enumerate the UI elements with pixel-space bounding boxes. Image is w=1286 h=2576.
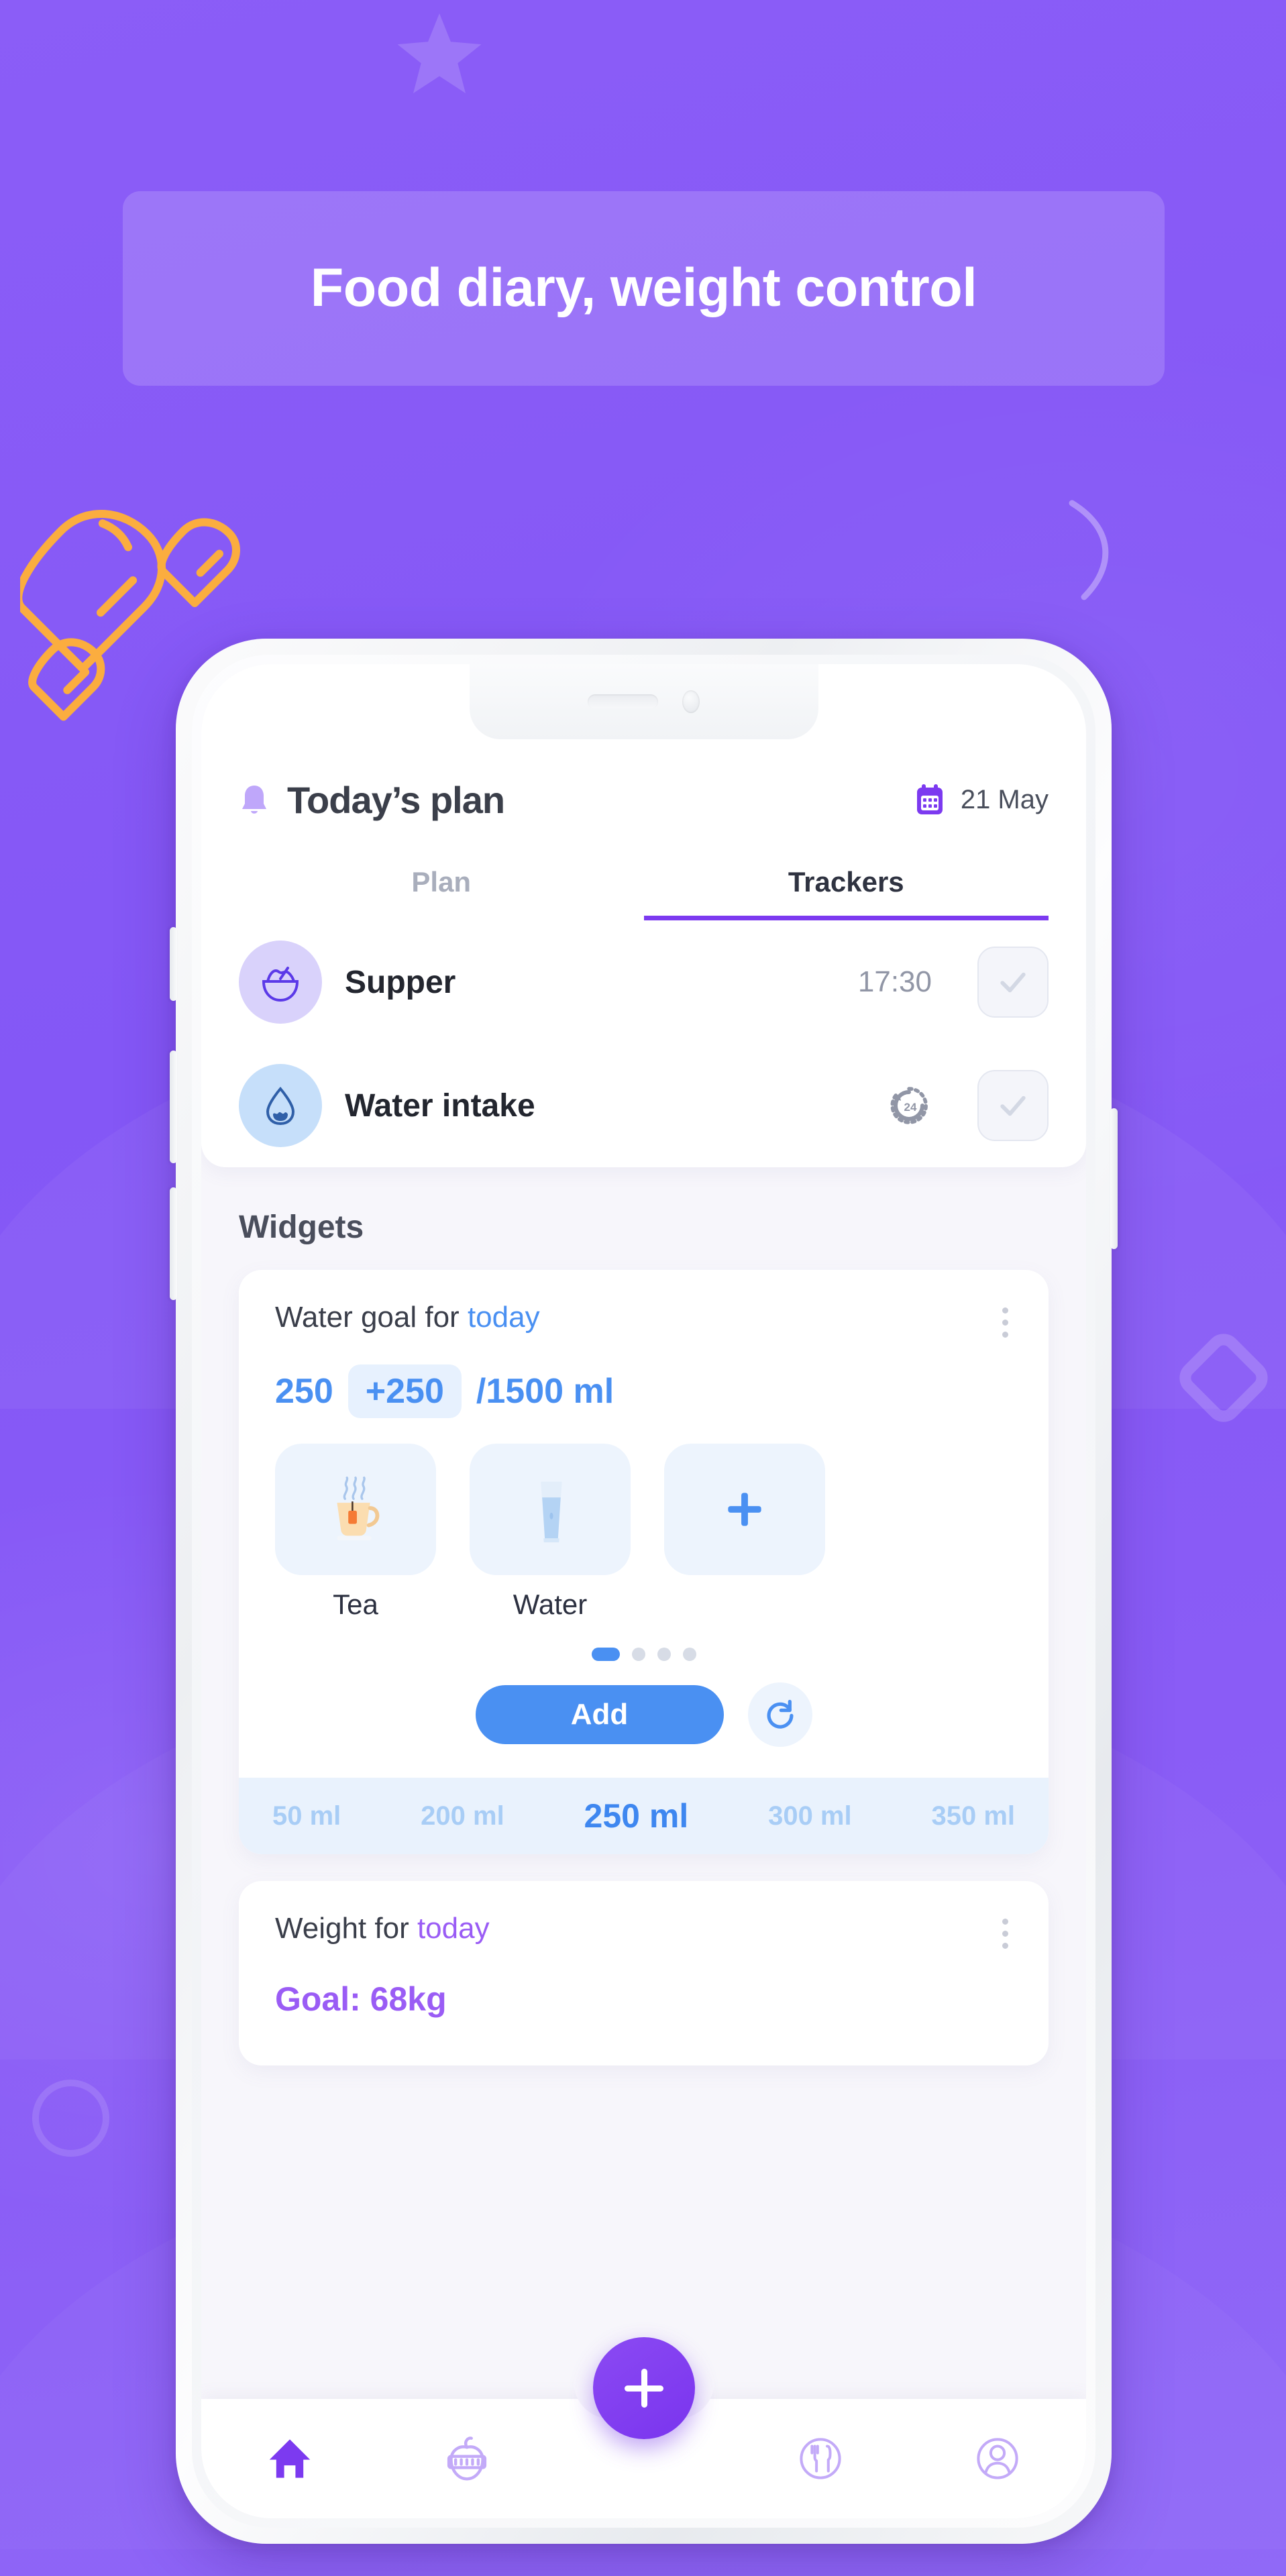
tracker-check-button[interactable] <box>977 947 1049 1018</box>
tab-plan[interactable]: Plan <box>239 866 644 920</box>
carousel-dot[interactable] <box>657 1648 671 1661</box>
amount-option[interactable]: 350 ml <box>931 1801 1015 1831</box>
weight-widget-title-prefix: Weight for <box>275 1912 417 1945</box>
phone-volume-up-button <box>170 1051 177 1163</box>
phone-notch <box>469 664 818 739</box>
drink-label: Water <box>513 1589 588 1620</box>
carousel-dot[interactable] <box>631 1648 645 1661</box>
nav-item-measurements[interactable] <box>378 2434 555 2483</box>
water-amount-picker[interactable]: 50 ml 200 ml 250 ml 300 ml 350 ml <box>239 1778 1049 1854</box>
cutlery-plate-icon <box>800 2438 841 2479</box>
more-options-icon[interactable] <box>998 1301 1012 1344</box>
date-label: 21 May <box>960 785 1049 814</box>
weight-goal-label: Goal: 68kg <box>275 1980 447 2018</box>
tracker-name: Supper <box>345 964 456 1000</box>
weight-widget: Weight for today Goal: 68kg <box>239 1881 1049 2065</box>
phone-volume-down-button <box>170 1187 177 1300</box>
water-glass-icon <box>541 1481 562 1543</box>
tracker-time: 17:30 <box>857 965 932 998</box>
widgets-heading: Widgets <box>239 1210 364 1245</box>
water-widget-title-accent: today <box>467 1301 540 1334</box>
water-widget-title-prefix: Water goal for <box>275 1301 468 1334</box>
tracker-name: Water intake <box>345 1087 535 1124</box>
phone-mockup: Today’s plan 21 May Plan Trackers Supper… <box>170 639 1118 2544</box>
carousel-dots <box>239 1621 1049 1661</box>
apple-measure-icon <box>447 2436 486 2481</box>
drink-tile-box <box>470 1444 631 1575</box>
front-camera-icon <box>682 690 700 713</box>
tab-bar: Plan Trackers <box>239 866 1049 920</box>
add-entry-fab[interactable] <box>592 2337 695 2439</box>
drink-tile-add[interactable] <box>664 1444 825 1621</box>
bell-icon[interactable] <box>239 783 270 818</box>
weight-widget-header: Weight for today <box>239 1881 1049 1955</box>
nav-item-food[interactable] <box>732 2434 909 2483</box>
phone-bezel: Today’s plan 21 May Plan Trackers Supper… <box>192 655 1095 2528</box>
svg-text:24: 24 <box>904 1101 917 1114</box>
amount-option[interactable]: 200 ml <box>421 1801 504 1831</box>
weight-widget-title-accent: today <box>417 1912 490 1945</box>
water-drop-icon <box>239 1064 322 1147</box>
header-row: Today’s plan 21 May <box>239 778 1049 822</box>
bowl-icon <box>239 941 322 1024</box>
phone-mute-button <box>170 927 177 1001</box>
tracker-row-supper[interactable]: Supper 17:30 <box>239 920 1049 1044</box>
more-options-icon[interactable] <box>998 1912 1012 1955</box>
circle-decoration-icon <box>32 2080 109 2157</box>
amount-option[interactable]: 300 ml <box>768 1801 852 1831</box>
water-widget-title: Water goal for today <box>275 1301 540 1334</box>
headline-text: Food diary, weight control <box>310 258 977 319</box>
profile-icon <box>977 2438 1018 2479</box>
amount-option[interactable]: 50 ml <box>272 1801 341 1831</box>
amount-option-selected[interactable]: 250 ml <box>584 1796 689 1835</box>
carousel-dot[interactable] <box>591 1648 620 1661</box>
header-right[interactable]: 21 May <box>914 784 1049 817</box>
refresh-icon <box>767 1699 793 1729</box>
check-icon <box>1000 972 1026 993</box>
drink-tile-water[interactable]: Water <box>470 1444 631 1621</box>
water-current-amount: 250 <box>275 1372 333 1411</box>
tea-cup-icon <box>337 1477 380 1541</box>
water-increment-pill[interactable]: +250 <box>347 1364 462 1418</box>
curve-decoration-icon <box>1069 500 1109 600</box>
tracker-list: Supper 17:30 Water intake 24 <box>201 920 1086 1167</box>
home-icon <box>269 2439 311 2478</box>
drink-tile-box <box>664 1444 825 1575</box>
water-action-row: Add <box>239 1661 1049 1778</box>
plus-icon <box>624 2369 663 2408</box>
page-title: Today’s plan <box>287 779 505 821</box>
calendar-icon[interactable] <box>914 784 946 817</box>
water-amount-row: 250 +250 /1500 ml <box>239 1344 1049 1418</box>
refresh-button[interactable] <box>747 1682 812 1747</box>
earpiece-speaker <box>588 694 658 709</box>
drink-tile-tea[interactable]: Tea <box>275 1444 436 1621</box>
drink-label: Tea <box>333 1589 378 1620</box>
24h-clock-icon: 24 <box>890 1087 928 1124</box>
plus-icon <box>728 1493 761 1526</box>
drink-selector-row: Tea Water <box>239 1418 1049 1621</box>
nav-item-home[interactable] <box>201 2434 378 2483</box>
water-goal-widget: Water goal for today 250 +250 /1500 ml T… <box>239 1270 1049 1854</box>
add-button[interactable]: Add <box>475 1685 724 1744</box>
carousel-dot[interactable] <box>682 1648 696 1661</box>
headline-banner: Food diary, weight control <box>123 191 1165 386</box>
weight-widget-title: Weight for today <box>275 1912 490 1945</box>
water-goal-amount: /1500 ml <box>476 1372 614 1411</box>
tab-trackers[interactable]: Trackers <box>643 866 1049 920</box>
app-body[interactable]: Supper 17:30 Water intake 24 Widgets Wat… <box>201 920 1086 2518</box>
phone-power-button <box>1110 1108 1118 1249</box>
phone-screen: Today’s plan 21 May Plan Trackers Supper… <box>201 664 1086 2518</box>
check-icon <box>1000 1095 1026 1116</box>
drink-tile-box <box>275 1444 436 1575</box>
water-widget-header: Water goal for today <box>239 1270 1049 1344</box>
tracker-check-button[interactable] <box>977 1070 1049 1141</box>
app-container: Today’s plan 21 May Plan Trackers Supper… <box>201 664 1086 2518</box>
header-left: Today’s plan <box>239 778 505 822</box>
tracker-row-water-intake[interactable]: Water intake 24 <box>239 1044 1049 1167</box>
nav-item-profile[interactable] <box>909 2434 1086 2483</box>
